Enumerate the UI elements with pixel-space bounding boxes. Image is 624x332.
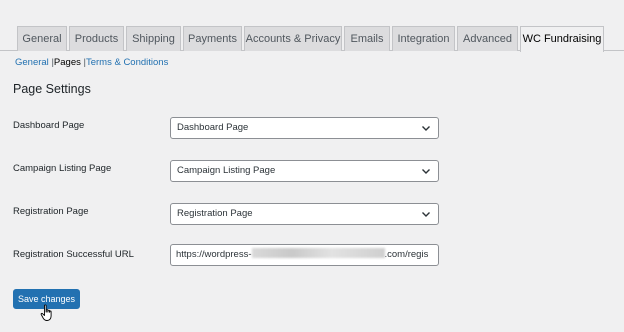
tab-emails[interactable]: Emails — [344, 26, 390, 51]
subnav-pages-current: Pages — [53, 57, 81, 68]
dashboard-page-select[interactable]: Dashboard Page — [170, 117, 439, 139]
campaign-listing-page-selected-value: Campaign Listing Page — [177, 165, 276, 176]
registration-url-value-suffix: .com/regis — [384, 249, 429, 260]
campaign-listing-page-label: Campaign Listing Page — [13, 163, 112, 174]
subnav-terms-link[interactable]: Terms & Conditions — [86, 57, 168, 68]
registration-page-selected-value: Registration Page — [177, 208, 253, 219]
tab-integration[interactable]: Integration — [392, 26, 455, 51]
registration-page-label: Registration Page — [13, 206, 89, 217]
redacted-blur — [251, 248, 385, 258]
dashboard-page-selected-value: Dashboard Page — [177, 122, 249, 133]
dashboard-page-label: Dashboard Page — [13, 120, 85, 131]
tab-payments[interactable]: Payments — [183, 26, 242, 51]
subnav-general-link[interactable]: General — [15, 57, 49, 68]
tab-general[interactable]: General — [17, 26, 67, 51]
registration-url-value-prefix: https://wordpress- — [176, 249, 252, 260]
section-title: Page Settings — [13, 82, 91, 96]
chevron-down-icon — [422, 212, 430, 217]
tab-wc-fundraising[interactable]: WC Fundraising — [520, 26, 604, 52]
tab-advanced[interactable]: Advanced — [457, 26, 518, 51]
registration-url-label: Registration Successful URL — [13, 249, 134, 260]
campaign-listing-page-select[interactable]: Campaign Listing Page — [170, 160, 439, 182]
registration-page-select[interactable]: Registration Page — [170, 203, 439, 225]
registration-url-input[interactable]: https://wordpress- .com/regis — [170, 244, 439, 266]
tab-accounts-privacy[interactable]: Accounts & Privacy — [244, 26, 342, 51]
tab-shipping[interactable]: Shipping — [126, 26, 181, 51]
chevron-down-icon — [422, 169, 430, 174]
sub-navigation: General |Pages |Terms & Conditions — [15, 57, 168, 68]
settings-tab-bar: General Products Shipping Payments Accou… — [0, 0, 624, 52]
tab-products[interactable]: Products — [69, 26, 124, 51]
hand-pointer-cursor-icon — [40, 304, 52, 321]
chevron-down-icon — [422, 126, 430, 131]
